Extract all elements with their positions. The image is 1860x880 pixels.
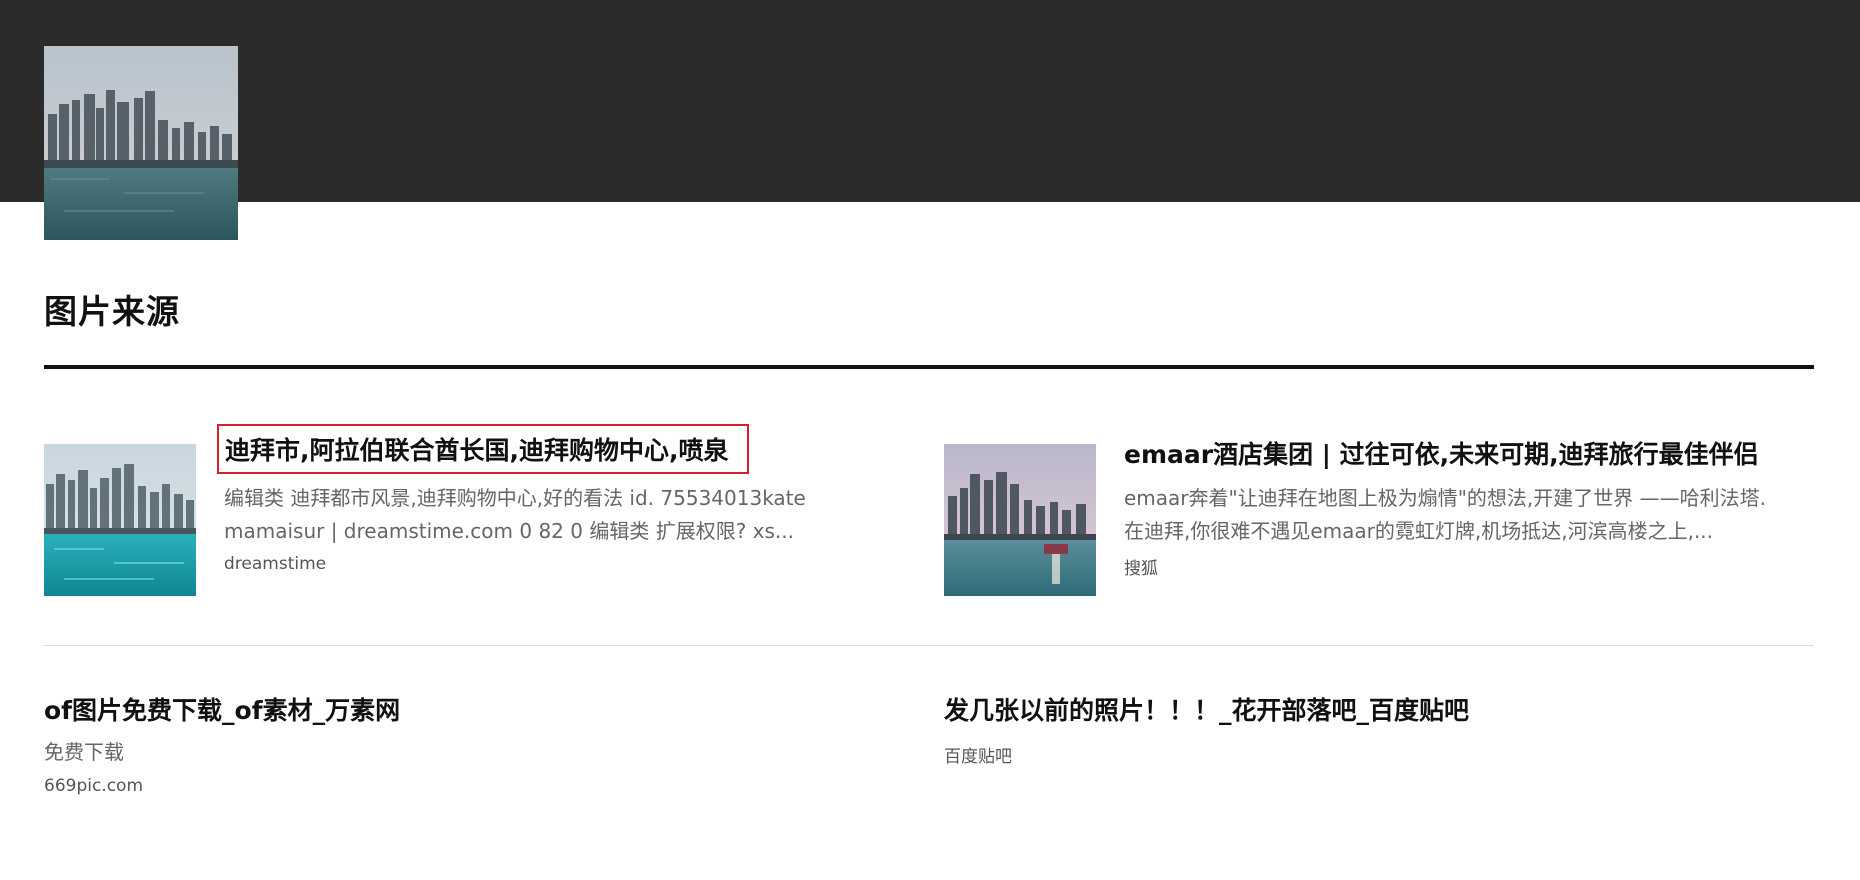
- result-thumbnail[interactable]: [944, 444, 1096, 596]
- dubai-fountain-image: [44, 444, 196, 596]
- result-description: 免费下载: [44, 740, 124, 764]
- result-description: emaar奔着"让迪拜在地图上极为煽情"的想法,开建了世界 ——哈利法塔. 在迪…: [1124, 486, 1766, 543]
- result-card: 发几张以前的照片！！！_花开部落吧_百度贴吧 百度贴吧: [944, 692, 1814, 812]
- result-source[interactable]: 百度贴吧: [944, 742, 1012, 767]
- top-banner: [0, 0, 1860, 202]
- dubai-skyline-image: [44, 46, 238, 240]
- result-title-link[interactable]: of图片免费下载_of素材_万素网: [44, 696, 400, 726]
- result-source[interactable]: dreamstime: [224, 554, 326, 574]
- result-title-link[interactable]: 发几张以前的照片！！！_花开部落吧_百度贴吧: [944, 696, 1469, 726]
- result-source[interactable]: 669pic.com: [44, 776, 143, 796]
- result-title-link[interactable]: 迪拜市,阿拉伯联合酋长国,迪拜购物中心,喷泉: [217, 424, 749, 474]
- section-divider: [44, 365, 1814, 369]
- result-card: of图片免费下载_of素材_万素网 免费下载 669pic.com: [44, 692, 844, 812]
- result-thumbnail[interactable]: [44, 444, 196, 596]
- result-title-link[interactable]: emaar酒店集团 | 过往可依,未来可期,迪拜旅行最佳伴侣: [1124, 440, 1759, 470]
- hero-image[interactable]: [44, 46, 238, 240]
- dubai-dusk-image: [944, 444, 1096, 596]
- result-description: 编辑类 迪拜都市风景,迪拜购物中心,好的看法 id. 75534013kate …: [224, 486, 806, 543]
- section-title: 图片来源: [44, 292, 180, 331]
- row-divider: [44, 645, 1814, 646]
- result-card: emaar酒店集团 | 过往可依,未来可期,迪拜旅行最佳伴侣 emaar奔着"让…: [944, 440, 1814, 604]
- result-source[interactable]: 搜狐: [1124, 554, 1158, 579]
- result-card: 迪拜市,阿拉伯联合酋长国,迪拜购物中心,喷泉 编辑类 迪拜都市风景,迪拜购物中心…: [44, 424, 844, 604]
